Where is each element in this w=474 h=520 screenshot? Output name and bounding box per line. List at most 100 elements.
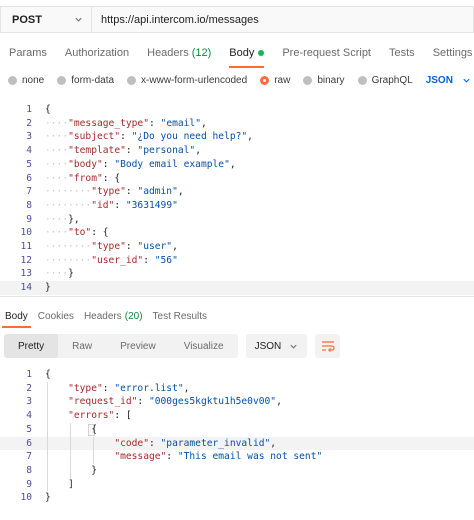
json-punctuation: , (229, 158, 236, 170)
tab-tests[interactable]: Tests (380, 38, 424, 68)
tab-response-body[interactable]: Body (0, 304, 33, 328)
view-visualize-button[interactable]: Visualize (170, 334, 238, 358)
tab-response-headers[interactable]: Headers (20) (79, 304, 148, 328)
tab-test-results[interactable]: Test Results (148, 304, 212, 328)
indent-guide (70, 422, 71, 478)
line-number: 5 (26, 423, 32, 435)
tab-headers[interactable]: Headers (12) (138, 38, 220, 68)
code-line: 4 ····"template": "personal", (0, 144, 474, 158)
tab-params[interactable]: Params (0, 38, 56, 68)
line-number: 12 (20, 254, 32, 266)
active-tab-indicator (229, 66, 265, 68)
response-body-viewer[interactable]: 1{2 "type": "error.list", 3 "request_id":… (0, 365, 474, 510)
code-line: 6 ····"from": { (0, 172, 474, 186)
line-number: 14 (20, 282, 32, 294)
tab-label: Headers (147, 47, 189, 59)
json-punctuation: , (276, 396, 282, 408)
body-type-binary[interactable]: binary (303, 75, 345, 86)
indent-whitespace: ···· (45, 172, 69, 184)
radio-icon (357, 75, 367, 85)
wrap-lines-button[interactable] (315, 334, 341, 358)
body-type-none[interactable]: none (8, 75, 44, 86)
view-raw-button[interactable]: Raw (58, 334, 106, 358)
line-number: 10 (20, 492, 32, 504)
tab-pre-request-script[interactable]: Pre-request Script (273, 38, 380, 68)
json-key: "template" (68, 145, 126, 157)
body-type-urlencoded[interactable]: x-www-form-urlencoded (127, 75, 247, 86)
tab-body[interactable]: Body (220, 38, 273, 68)
code-line: 1{ (0, 103, 474, 117)
response-tabs: Body Cookies Headers (20) Test Results (0, 304, 474, 328)
json-key: "body" (68, 158, 103, 170)
code-line: 5 { (0, 423, 474, 437)
request-body-editor[interactable]: 1{2 ····"message_type": "email", 3 ····"sub… (0, 100, 474, 297)
request-tabs: Params Authorization Headers (12) Body Pr… (0, 38, 474, 68)
code-line: 10 ····"to": { (0, 226, 474, 240)
radio-icon (57, 75, 67, 85)
json-punctuation: { (97, 227, 109, 239)
tab-count-badge: (20) (124, 310, 143, 322)
indent-whitespace: ···· (45, 131, 69, 143)
tab-count-badge: (12) (191, 47, 212, 59)
method-label: POST (12, 13, 42, 26)
option-label: none (22, 74, 45, 86)
line-number: 1 (26, 104, 32, 115)
indent-whitespace: ···· (45, 158, 69, 170)
code-text: "errors": [ (45, 409, 132, 423)
chevron-down-icon (75, 17, 82, 22)
body-language-select[interactable]: JSON (426, 75, 471, 86)
line-number: 2 (26, 382, 32, 394)
json-punctuation: } (45, 282, 51, 294)
tab-response-cookies[interactable]: Cookies (33, 304, 79, 328)
json-key: "user_id" (91, 254, 144, 266)
indent-whitespace: ········ (45, 186, 92, 198)
code-line: 9 ] (0, 478, 474, 492)
chevron-down-icon (290, 344, 297, 349)
code-text: { (45, 368, 51, 382)
code-line: 10} (0, 491, 474, 505)
json-string-value: "admin" (131, 186, 178, 198)
line-number: 6 (26, 172, 32, 184)
json-punctuation: , (172, 241, 178, 252)
code-line: 2 "type": "error.list", (0, 382, 474, 396)
button-label: Raw (72, 340, 93, 352)
json-key: "message" (114, 451, 167, 463)
code-line: 12 ········"user_id": "56" (0, 254, 474, 268)
code-text: ····}, (45, 213, 80, 227)
code-text: "request_id": "000ges5kgktu1h5e0v00", (45, 395, 282, 409)
option-label: x-www-form-urlencoded (141, 74, 248, 86)
body-type-raw[interactable]: raw (260, 75, 290, 86)
line-number: 7 (26, 451, 32, 463)
tab-settings[interactable]: Settings (424, 38, 474, 68)
method-select[interactable]: POST (0, 6, 91, 33)
line-number: 8 (26, 199, 32, 211)
json-punctuation: , (177, 186, 184, 198)
line-number: 9 (26, 213, 32, 225)
tab-label: Headers (83, 310, 122, 322)
code-text: ] (45, 478, 74, 492)
json-string-value: "3631499" (120, 199, 178, 211)
json-punctuation: { (45, 369, 51, 380)
code-text: ····"to": { (45, 226, 109, 240)
code-text: } (45, 281, 51, 295)
tab-label: Authorization (64, 47, 130, 59)
response-format-select[interactable]: JSON (245, 334, 308, 358)
body-type-graphql[interactable]: GraphQL (357, 75, 413, 86)
view-pretty-button[interactable]: Pretty (4, 334, 59, 358)
json-key: "code" (114, 437, 149, 449)
json-key: "type" (91, 241, 126, 252)
json-key: "type" (68, 382, 103, 394)
url-input[interactable]: https://api.intercom.io/messages (91, 6, 474, 33)
code-line: 14} (0, 281, 474, 295)
response-view-bar: Pretty Raw Preview Visualize JSON (4, 334, 341, 358)
line-number: 8 (26, 464, 32, 476)
view-preview-button[interactable]: Preview (106, 334, 170, 358)
json-punctuation: , (270, 437, 277, 449)
body-type-form-data[interactable]: form-data (57, 75, 114, 86)
tab-authorization[interactable]: Authorization (56, 38, 138, 68)
json-string-value: "email" (154, 117, 201, 129)
json-string-value: "parameter_invalid" (154, 437, 271, 449)
